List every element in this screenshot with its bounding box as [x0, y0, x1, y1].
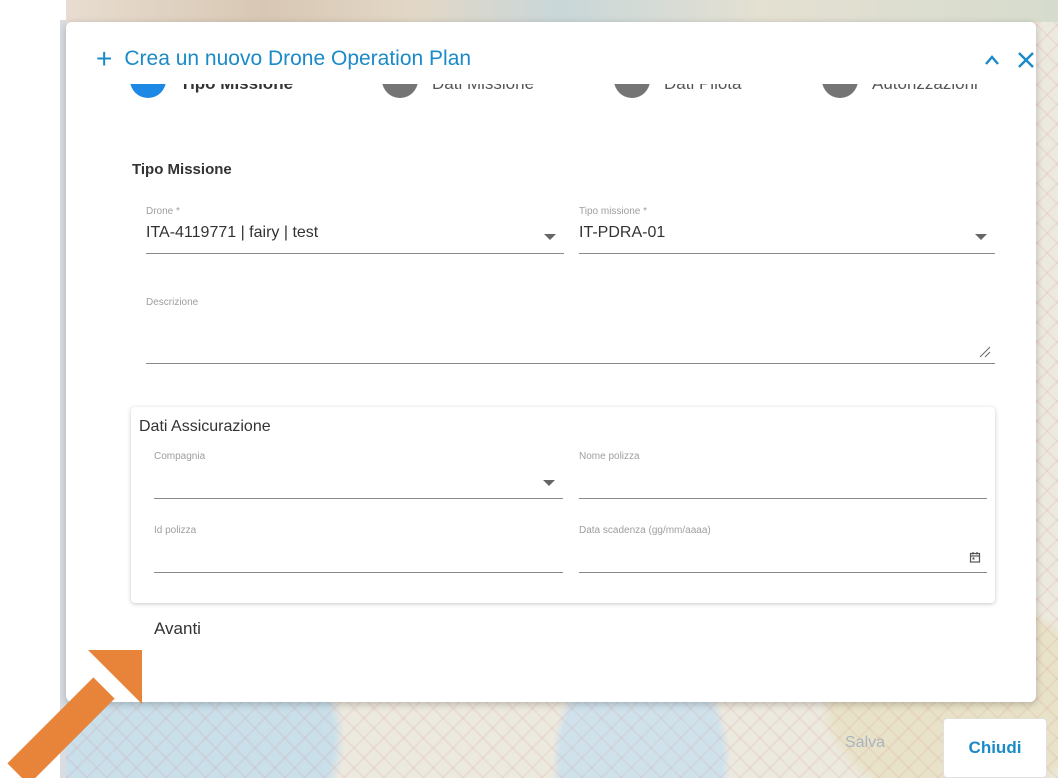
descrizione-textarea[interactable]: Descrizione: [146, 297, 995, 364]
dropdown-caret-icon: [544, 234, 556, 240]
step-label: Autorizzazioni: [872, 84, 978, 94]
step-indicator: [382, 84, 418, 98]
dropdown-caret-icon: [975, 234, 987, 240]
field-underline: [579, 498, 987, 499]
tipo-missione-value: IT-PDRA-01: [579, 224, 666, 241]
next-button[interactable]: Avanti: [154, 619, 201, 639]
step-label: Dati Missione: [432, 84, 534, 94]
dropdown-caret-icon: [543, 480, 555, 486]
stepper: Tipo Missione Dati Missione Dati Pilota …: [126, 84, 1026, 106]
tipo-missione-label: Tipo missione *: [579, 206, 647, 217]
step-autorizzazioni[interactable]: Autorizzazioni: [822, 84, 978, 98]
close-dialog-button[interactable]: [1010, 44, 1042, 76]
close-icon: [1018, 52, 1034, 68]
dialog-title-text: Crea un nuovo Drone Operation Plan: [124, 47, 472, 70]
data-scadenza-label: Data scadenza (gg/mm/aaaa): [579, 525, 711, 536]
dialog-title: + Crea un nuovo Drone Operation Plan: [96, 44, 471, 74]
step-dati-missione[interactable]: Dati Missione: [382, 84, 534, 98]
step-indicator: [614, 84, 650, 98]
nome-polizza-label: Nome polizza: [579, 451, 640, 462]
field-underline: [154, 498, 563, 499]
field-underline: [146, 363, 995, 364]
calendar-icon[interactable]: [969, 551, 981, 563]
field-underline: [154, 572, 563, 573]
drone-label: Drone *: [146, 206, 180, 217]
section-title: Tipo Missione: [132, 161, 232, 178]
insurance-title: Dati Assicurazione: [139, 418, 271, 435]
field-underline: [579, 572, 987, 573]
id-polizza-label: Id polizza: [154, 525, 197, 536]
field-underline: [146, 253, 564, 254]
plus-icon: +: [96, 43, 113, 74]
step-label: Tipo Missione: [180, 84, 293, 94]
compagnia-label: Compagnia: [154, 451, 206, 462]
step-tipo-missione[interactable]: Tipo Missione: [130, 84, 293, 98]
drone-operation-plan-dialog: + Crea un nuovo Drone Operation Plan Tip…: [66, 22, 1036, 702]
close-button[interactable]: Chiudi: [943, 718, 1047, 778]
drone-value: ITA-4119771 | fairy | test: [146, 224, 319, 241]
save-button[interactable]: Salva: [845, 734, 885, 752]
drone-select[interactable]: Drone * ITA-4119771 | fairy | test: [146, 206, 564, 254]
data-scadenza-field[interactable]: Data scadenza (gg/mm/aaaa): [579, 525, 987, 573]
insurance-card: Dati Assicurazione Compagnia Nome polizz…: [131, 407, 995, 603]
dialog-header: + Crea un nuovo Drone Operation Plan: [66, 22, 1036, 84]
minimize-button[interactable]: [976, 44, 1008, 76]
step-dati-pilota[interactable]: Dati Pilota: [614, 84, 741, 98]
descrizione-label: Descrizione: [146, 297, 199, 308]
map-top-strip: [66, 0, 1058, 22]
id-polizza-field[interactable]: Id polizza: [154, 525, 563, 573]
step-indicator: [130, 84, 166, 98]
step-label: Dati Pilota: [664, 84, 741, 94]
annotation-arrow-icon: [7, 650, 142, 778]
tipo-missione-select[interactable]: Tipo missione * IT-PDRA-01: [579, 206, 995, 254]
nome-polizza-field[interactable]: Nome polizza: [579, 451, 987, 499]
chevron-up-icon: [985, 55, 999, 65]
step-indicator: [822, 84, 858, 98]
field-underline: [579, 253, 995, 254]
compagnia-select[interactable]: Compagnia: [154, 451, 563, 499]
resize-handle-icon[interactable]: [979, 346, 991, 358]
